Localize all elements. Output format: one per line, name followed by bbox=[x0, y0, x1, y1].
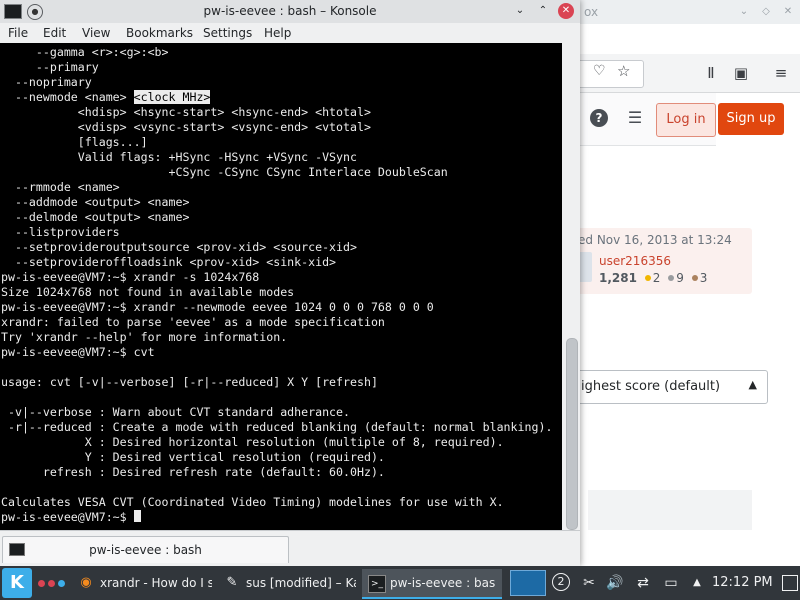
sort-selected-value: ighest score (default) bbox=[581, 379, 721, 394]
content-block bbox=[588, 490, 752, 530]
menu-help[interactable]: Help bbox=[264, 26, 291, 40]
show-desktop-icon[interactable] bbox=[782, 575, 798, 591]
task-label: sus [modified] – Ka bbox=[246, 576, 356, 590]
desktop-pager[interactable] bbox=[510, 570, 546, 596]
user-link[interactable]: user216356 bbox=[599, 254, 671, 268]
terminal-text-after: <hdisp> <hsync-start> <hsync-end> <htota… bbox=[1, 105, 553, 524]
window-title: pw-is-eevee : bash – Konsole bbox=[203, 4, 377, 18]
clock[interactable]: 12:12 PM bbox=[712, 575, 773, 590]
konsole-tab-bar: pw-is-eevee : bash bbox=[0, 530, 580, 567]
volume-icon[interactable]: 🔊 bbox=[606, 574, 624, 592]
inbox-icon[interactable]: ☰ bbox=[624, 107, 646, 129]
task-konsole[interactable]: >_ pw-is-eevee : bash – bbox=[362, 569, 502, 599]
menu-bar: File Edit View Bookmarks Settings Help bbox=[0, 23, 580, 43]
terminal-scrollbar[interactable] bbox=[562, 43, 580, 530]
menu-view[interactable]: View bbox=[82, 26, 110, 40]
firefox-title-text: ox bbox=[584, 5, 599, 19]
silver-badge-icon bbox=[668, 275, 675, 281]
hamburger-menu-icon[interactable]: ≡ bbox=[770, 62, 792, 84]
signup-button[interactable]: Sign up bbox=[718, 103, 784, 135]
menu-bookmarks[interactable]: Bookmarks bbox=[126, 26, 193, 40]
terminal-cursor bbox=[133, 510, 141, 522]
menu-settings[interactable]: Settings bbox=[203, 26, 252, 40]
taskbar-panel: K ◉ xrandr - How do I se ✎ sus [modified… bbox=[0, 566, 800, 600]
network-icon[interactable]: ⇄ bbox=[634, 574, 652, 592]
gold-badge-count: 2 bbox=[652, 271, 661, 285]
login-button[interactable]: Log in bbox=[656, 103, 716, 137]
menu-file[interactable]: File bbox=[8, 26, 28, 40]
reputation-score: 1,281 bbox=[599, 271, 637, 285]
asked-date: ed Nov 16, 2013 at 13:24 bbox=[578, 233, 732, 247]
help-icon[interactable]: ? bbox=[590, 109, 608, 127]
tab-bash[interactable]: pw-is-eevee : bash bbox=[2, 536, 289, 563]
maximize-icon[interactable]: ◇ bbox=[758, 4, 774, 20]
task-kate[interactable]: ✎ sus [modified] – Ka bbox=[218, 569, 358, 597]
application-launcher-icon[interactable]: K bbox=[2, 568, 32, 598]
url-bar[interactable]: ♡ ☆ bbox=[580, 60, 644, 88]
notifications-badge[interactable]: 2 bbox=[552, 573, 570, 591]
activity-dot-blue[interactable] bbox=[58, 580, 65, 587]
gold-badge-icon bbox=[644, 275, 651, 281]
task-label: xrandr - How do I se bbox=[100, 576, 212, 590]
select-arrows-icon: ▲ bbox=[748, 378, 757, 391]
konsole-icon: >_ bbox=[368, 575, 386, 593]
avatar[interactable] bbox=[578, 252, 592, 282]
terminal-selection: <clock MHz> bbox=[133, 90, 211, 104]
firefox-titlebar: ox ⌄ ◇ ✕ bbox=[580, 0, 800, 24]
kate-icon: ✎ bbox=[226, 575, 238, 590]
bronze-badge-icon bbox=[691, 275, 698, 281]
tab-label: pw-is-eevee : bash bbox=[89, 543, 202, 557]
task-firefox[interactable]: ◉ xrandr - How do I se bbox=[72, 569, 214, 597]
minimize-icon[interactable]: ⌄ bbox=[512, 3, 528, 19]
konsole-window: ● pw-is-eevee : bash – Konsole ⌄ ⌃ ✕ Fil… bbox=[0, 0, 580, 567]
scrollbar-thumb[interactable] bbox=[566, 338, 578, 530]
task-label: pw-is-eevee : bash – bbox=[390, 576, 496, 590]
sort-answers-select[interactable]: ighest score (default) ▲ bbox=[576, 370, 768, 404]
sidebar-icon[interactable]: ▣ bbox=[730, 62, 752, 84]
tray-expand-icon[interactable]: ▲ bbox=[688, 574, 706, 592]
close-icon[interactable]: ✕ bbox=[780, 4, 796, 20]
menu-edit[interactable]: Edit bbox=[43, 26, 66, 40]
firefox-toolbar: ♡ ☆ Ⅱ ▣ ≡ bbox=[580, 54, 800, 93]
scissors-icon[interactable]: ✂ bbox=[580, 574, 598, 592]
activity-dot-red-2[interactable] bbox=[48, 580, 55, 587]
bookmark-star-icon[interactable]: ☆ bbox=[617, 62, 630, 80]
activity-dot-red[interactable] bbox=[38, 580, 45, 587]
display-icon[interactable]: ▭ bbox=[662, 574, 680, 592]
pocket-icon[interactable]: ♡ bbox=[593, 63, 606, 79]
close-icon[interactable]: ✕ bbox=[558, 3, 574, 19]
silver-badge-count: 9 bbox=[676, 271, 684, 285]
maximize-icon[interactable]: ⌃ bbox=[535, 3, 551, 19]
library-icon[interactable]: Ⅱ bbox=[700, 62, 722, 84]
minimize-icon[interactable]: ⌄ bbox=[736, 4, 752, 20]
bronze-badge-count: 3 bbox=[699, 271, 708, 285]
konsole-titlebar[interactable]: ● pw-is-eevee : bash – Konsole ⌄ ⌃ ✕ bbox=[0, 0, 580, 23]
terminal-output[interactable]: --gamma <r>:<g>:<b> --primary --noprimar… bbox=[0, 43, 562, 530]
firefox-icon: ◉ bbox=[80, 575, 92, 590]
user-reputation: 1,281 2 9 3 bbox=[599, 271, 707, 285]
